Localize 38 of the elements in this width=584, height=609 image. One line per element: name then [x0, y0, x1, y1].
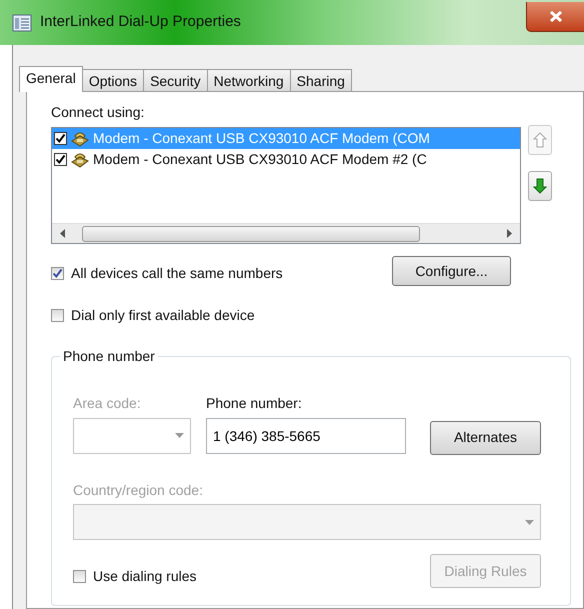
- checkbox[interactable]: [51, 309, 64, 322]
- close-button[interactable]: [526, 2, 584, 32]
- configure-button[interactable]: Configure...: [392, 256, 511, 286]
- move-down-button[interactable]: [528, 171, 552, 201]
- checkbox[interactable]: [73, 570, 86, 582]
- window-title: InterLinked Dial-Up Properties: [40, 12, 241, 32]
- scroll-thumb[interactable]: [82, 226, 420, 242]
- dropdown-arrow-icon: [175, 433, 184, 438]
- tab[interactable]: Options: [82, 69, 144, 91]
- modem-icon: [70, 130, 90, 148]
- arrow-up-icon: [533, 132, 547, 148]
- device-row[interactable]: Modem - Conexant USB CX93010 ACF Modem #2 (C: [52, 149, 520, 170]
- window-icon: [12, 14, 32, 32]
- country-code-label: Country/region code:: [73, 480, 204, 500]
- checkbox[interactable]: [54, 132, 67, 145]
- area-code-label: Area code:: [73, 394, 142, 413]
- dropdown-arrow-icon: [525, 520, 534, 524]
- tab[interactable]: General: [19, 66, 83, 92]
- checkbox[interactable]: [51, 267, 64, 280]
- scroll-right-icon[interactable]: [506, 229, 512, 238]
- scroll-left-icon[interactable]: [60, 229, 66, 238]
- close-icon: [548, 10, 562, 23]
- arrow-down-icon: [533, 178, 547, 194]
- device-name: Modem - Conexant USB CX93010 ACF Modem #2 (C: [93, 150, 427, 169]
- option-label: All devices call the same numbers: [71, 264, 283, 283]
- use-dialing-rules-label: Use dialing rules: [93, 566, 196, 586]
- connect-using-label: Connect using:: [51, 103, 144, 122]
- tab[interactable]: Sharing: [290, 69, 352, 91]
- checkbox[interactable]: [54, 153, 67, 166]
- tab[interactable]: Security: [143, 69, 208, 91]
- tab[interactable]: Networking: [206, 69, 291, 91]
- phone-number-field[interactable]: 1 (346) 385-5665: [206, 418, 406, 454]
- alternates-button[interactable]: Alternates: [430, 420, 541, 454]
- modem-icon: [70, 150, 90, 168]
- device-name: Modem - Conexant USB CX93010 ACF Modem (COM: [93, 129, 430, 148]
- phone-number-label: Phone number:: [206, 394, 303, 413]
- option-label: Dial only first available device: [71, 306, 255, 325]
- horizontal-scrollbar[interactable]: [52, 223, 520, 243]
